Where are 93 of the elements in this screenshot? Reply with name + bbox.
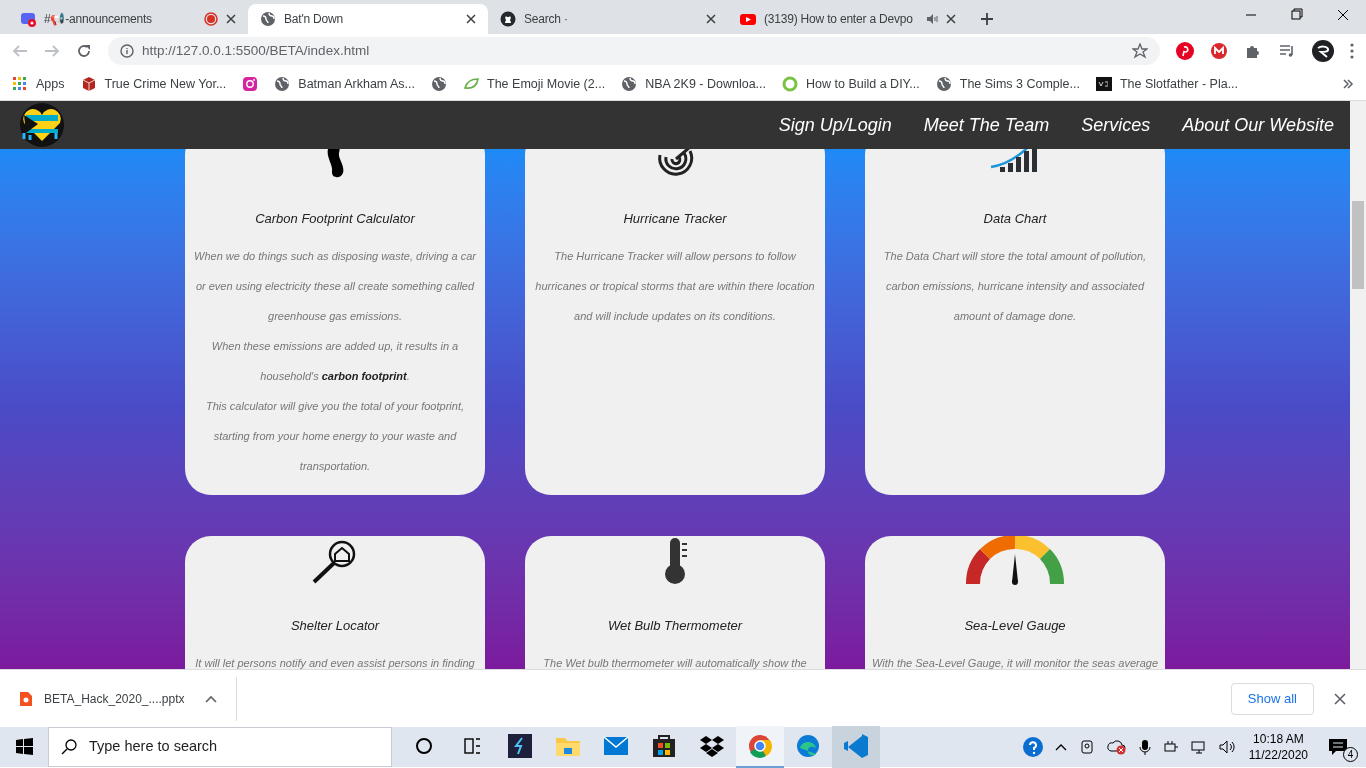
browser-tab[interactable]: Bat'n Down [248,4,488,34]
card-description: This calculator will give you the total of your footprint, starting from your home energy to your waste and transportation. [205,398,465,474]
show-all-button[interactable]: Show all [1230,682,1314,715]
notification-count: 4 [1343,747,1358,762]
globe-icon [935,76,952,92]
star-icon[interactable] [1132,43,1148,59]
apps-grid-icon [12,76,28,92]
card-description: When we do things such as disposing waste, driving a car or even using electricity these all create something called greenhouse gas emissions. [193,248,477,324]
nav-link[interactable]: Meet The Team [923,111,1050,139]
browser-tab[interactable]: Search · [488,4,728,34]
clock-date: 11/22/2020 [1248,747,1308,763]
card-description: The Wet bulb thermometer will automatically show the [543,655,807,669]
leaf-logo-icon [463,76,480,92]
chevron-double-icon[interactable] [1342,78,1354,90]
file-name: BETA_Hack_2020_....pptx [44,690,185,708]
card-title: Sea-Level Gauge [964,617,1066,635]
card-title: Carbon Footprint Calculator [255,210,415,228]
bookmark-link[interactable]: How to Build a DIY... [782,74,920,94]
camera-logo-icon[interactable] [242,76,259,92]
webcam-icon[interactable] [1078,739,1095,755]
bookmark-link[interactable]: True Crime New Yor... [80,74,227,94]
card-description: With the Sea-Level Gauge, it will monitor the seas average [871,655,1159,669]
close-icon[interactable] [466,14,476,24]
square-logo-icon [1095,76,1112,92]
bookmark-link[interactable]: NBA 2K9 - Downloa... [621,74,767,94]
browser-logo-icon[interactable] [736,726,784,768]
info-icon [120,44,134,58]
address-bar[interactable]: http://127.0.0.1:5500/BETA/index.html [108,37,1160,65]
globe-icon [621,76,638,92]
scrollbar[interactable] [1350,101,1366,669]
cube-icon [80,76,97,92]
network-icon[interactable] [1190,739,1207,755]
card-title: Wet Bulb Thermometer [607,617,743,635]
taskbar-search-field[interactable]: Type here to search [48,727,392,767]
search-icon [61,739,77,755]
speech-bubble-icon [1328,738,1348,756]
tab-title: #📢-announcements [44,11,153,28]
download-item[interactable]: BETA_Hack_2020_....pptx [20,676,237,721]
bookmark-link[interactable]: The Slotfather - Pla... [1095,74,1239,94]
url-text: http://127.0.0.1:5500/BETA/index.html [142,41,371,60]
ring-logo-icon [782,76,799,92]
code-editor-icon[interactable] [832,726,880,768]
help-icon[interactable] [1022,737,1043,757]
browser-tab[interactable]: #📢-announcements [8,4,248,34]
cat-logo-icon [500,11,516,27]
close-icon[interactable] [226,14,236,24]
play-logo-icon [740,11,756,27]
cloud-error-icon[interactable] [1106,739,1127,755]
caret-icon[interactable] [204,694,217,703]
card-description: It will let persons notify and even assist persons in finding [195,655,475,669]
microphone-icon[interactable] [1138,739,1151,755]
card-description: The Data Chart will store the total amount of pollution, carbon emissions, hurricane intensity and associated amount of damage done. [882,248,1148,324]
card-title: Shelter Locator [290,617,380,635]
bookmark-link[interactable]: The Emoji Movie (2... [463,74,606,94]
reload-icon[interactable] [76,43,92,59]
card-title: Hurricane Tracker [623,210,727,228]
search-input[interactable]: Type here to search [89,736,379,758]
globe-icon [260,11,276,27]
bookmark-link[interactable]: Apps [12,74,65,94]
nav-link[interactable]: Sign Up/Login [778,111,892,139]
globe-icon [274,76,291,92]
bookmark-link[interactable]: The Sims 3 Comple... [935,74,1080,94]
new-tab-icon[interactable] [980,12,994,26]
chevron-up-icon[interactable] [1054,743,1067,751]
profile-avatar-icon[interactable] [1312,40,1334,62]
scrollbar-thumb[interactable] [1352,201,1364,289]
nav-link[interactable]: Services [1081,111,1151,139]
browser-tab[interactable]: (3139) How to enter a Devpo [728,4,968,34]
gauge-icon [965,536,1065,586]
nav-link[interactable]: About Our Website [1182,111,1334,139]
clock-time: 10:18 AM [1253,731,1304,747]
m-logo-icon[interactable] [1210,42,1228,60]
tab-title: Search · [524,11,569,28]
card-description: The Hurricane Tracker will allow persons to follow hurricanes or tropical storms that are within there location and will include updates on its conditions. [534,248,816,324]
chat-app-icon [20,11,36,27]
footprint-icon [325,149,345,179]
notification-center[interactable]: 4 [1328,732,1358,762]
menu-icon[interactable] [1350,43,1354,59]
tab-title: Bat'n Down [284,11,344,28]
volume-icon[interactable] [1218,739,1237,755]
pin-logo-icon[interactable] [1176,42,1194,60]
close-icon[interactable] [1334,692,1346,705]
card-title: Data Chart [983,210,1047,228]
globe-icon[interactable] [431,76,448,92]
tab-title: (3139) How to enter a Devpo [764,11,914,28]
card-description: When these emissions are added up, it results in a household's carbon footprint. [210,338,460,384]
bookmark-link[interactable]: Batman Arkham As... [274,74,416,94]
system-clock[interactable]: 10:18 AM 11/22/2020 [1248,731,1308,763]
power-plug-icon[interactable] [1162,739,1179,755]
slides-file-icon [20,691,32,706]
close-icon[interactable] [946,14,956,24]
close-icon[interactable] [706,14,716,24]
media-queue-icon[interactable] [1278,42,1296,60]
